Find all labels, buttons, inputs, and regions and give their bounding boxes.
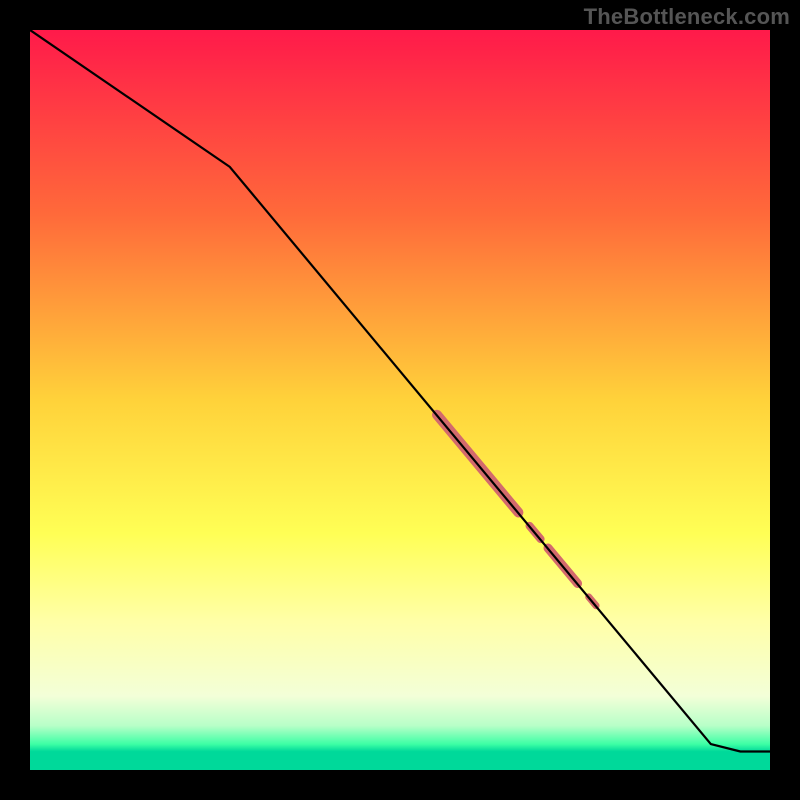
chart-stage: TheBottleneck.com: [0, 0, 800, 800]
bottleneck-chart: [0, 0, 800, 800]
gradient-background: [30, 30, 770, 770]
watermark-label: TheBottleneck.com: [584, 4, 790, 30]
